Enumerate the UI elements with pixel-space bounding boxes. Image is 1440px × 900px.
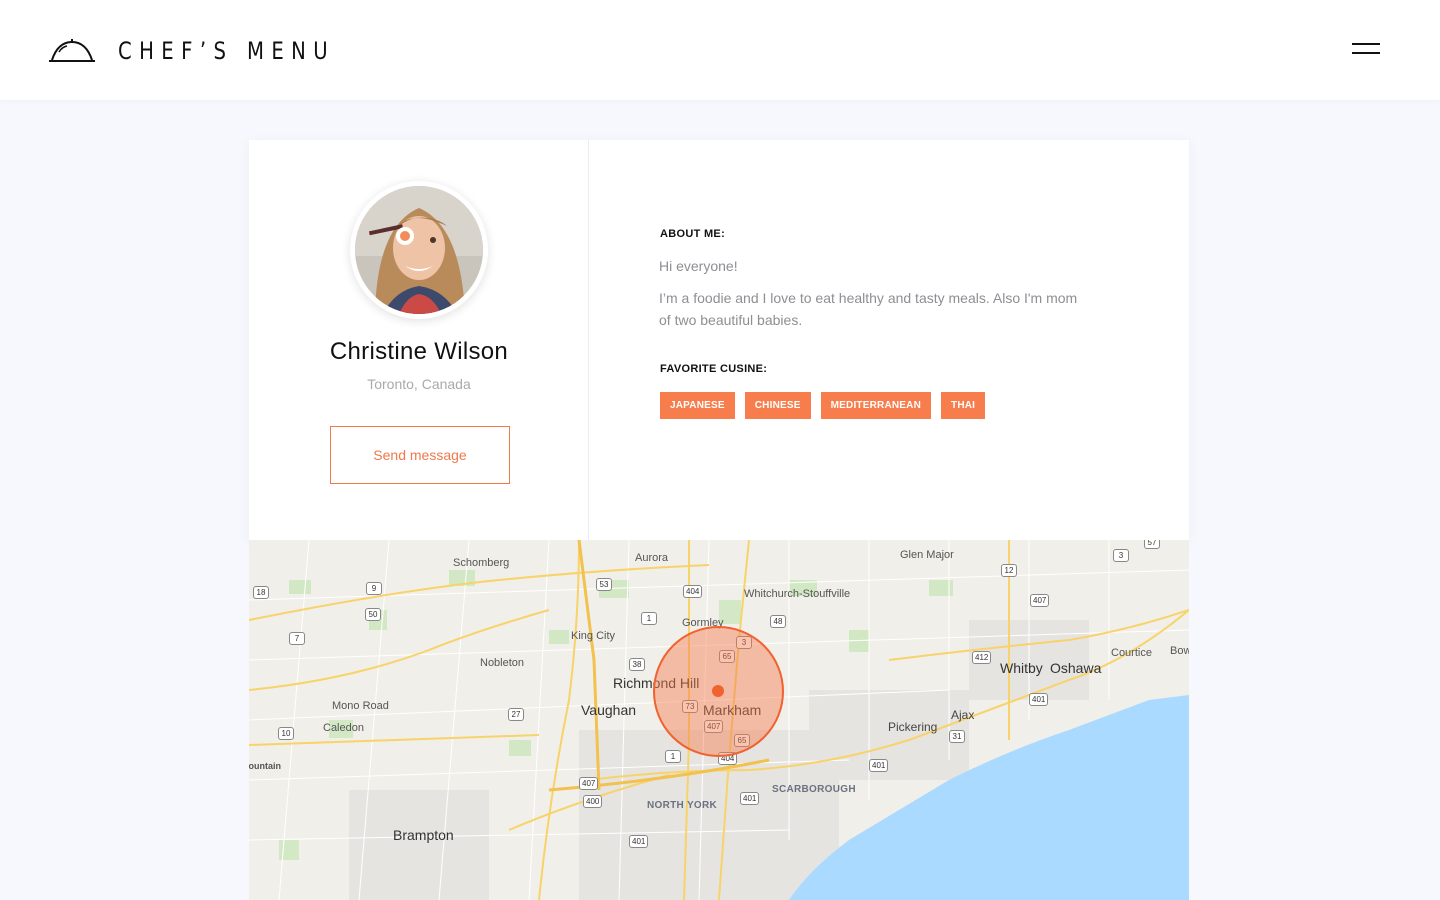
profile-location: Toronto, Canada bbox=[367, 376, 471, 392]
map-district-label: NORTH YORK bbox=[647, 800, 718, 811]
map-place-label: Bowmanville bbox=[1170, 645, 1189, 657]
highway-shield: 404 bbox=[683, 585, 703, 598]
cuisine-tag[interactable]: THAI bbox=[941, 392, 986, 419]
about-text: I’m a foodie and I love to eat healthy a… bbox=[659, 290, 1078, 328]
highway-shield: 401 bbox=[629, 835, 649, 848]
profile-details: ABOUT ME: Hi everyone! I’m a foodie and … bbox=[589, 140, 1189, 540]
map-place-label: Aurora bbox=[635, 552, 669, 564]
menu-line bbox=[1352, 43, 1380, 45]
brand-logo[interactable]: CHEF’S MENU bbox=[48, 36, 383, 66]
cuisine-tag[interactable]: MEDITERRANEAN bbox=[820, 392, 932, 419]
highway-shield: 53 bbox=[596, 578, 612, 591]
map-city-label: Oshawa bbox=[1050, 660, 1102, 676]
map-district-label: SCARBOROUGH bbox=[772, 784, 856, 795]
highway-shield: 27 bbox=[508, 708, 524, 721]
highway-shield: 38 bbox=[629, 658, 645, 671]
map-place-label: Mono Road bbox=[332, 700, 389, 712]
map-place-label: Courtice bbox=[1111, 647, 1152, 659]
highway-shield: 3 bbox=[1113, 549, 1129, 562]
send-message-button[interactable]: Send message bbox=[330, 426, 510, 484]
profile-name: Christine Wilson bbox=[329, 338, 509, 365]
location-map[interactable]: Schomberg Aurora Glen Major Whitchurch-S… bbox=[249, 540, 1189, 900]
highway-shield: 18 bbox=[253, 586, 269, 599]
avatar bbox=[350, 181, 488, 319]
about-heading: ABOUT ME: bbox=[660, 228, 726, 240]
cuisine-tags: JAPANESE CHINESE MEDITERRANEAN THAI bbox=[660, 392, 986, 419]
cuisine-tag[interactable]: JAPANESE bbox=[660, 392, 735, 419]
hamburger-menu-icon[interactable] bbox=[1350, 40, 1382, 60]
highway-shield: 1 bbox=[665, 750, 681, 763]
highway-shield: 401 bbox=[869, 759, 889, 772]
about-greeting: Hi everyone! bbox=[659, 258, 738, 274]
highway-shield: 10 bbox=[278, 727, 294, 740]
top-header: CHEF’S MENU bbox=[0, 0, 1440, 100]
highway-shield: 48 bbox=[770, 615, 786, 628]
profile-summary: Christine Wilson Toronto, Canada Send me… bbox=[249, 140, 589, 540]
user-photo bbox=[355, 186, 483, 314]
map-city-label: Whitby bbox=[1000, 660, 1043, 676]
highway-shield: 401 bbox=[1029, 693, 1049, 706]
map-place-label: Caledon bbox=[323, 722, 364, 734]
highway-shield: 9 bbox=[366, 582, 382, 595]
highway-shield: 57 bbox=[1144, 540, 1160, 549]
highway-shield: 401 bbox=[740, 792, 760, 805]
cuisine-tag[interactable]: CHINESE bbox=[744, 392, 811, 419]
highway-shield: 400 bbox=[583, 795, 603, 808]
highway-shield: 7 bbox=[289, 632, 305, 645]
highway-shield: 1 bbox=[641, 612, 657, 625]
highway-shield: 50 bbox=[365, 608, 381, 621]
map-place-label: Whitchurch-Stouffville bbox=[744, 588, 851, 600]
highway-shield: 407 bbox=[1030, 594, 1050, 607]
map-place-label: King City bbox=[571, 630, 616, 642]
highway-shield: 31 bbox=[949, 730, 965, 743]
highway-shield: 412 bbox=[972, 651, 992, 664]
highway-shield: 407 bbox=[579, 777, 599, 790]
map-place-label: Mountain bbox=[249, 761, 281, 771]
cuisine-heading: FAVORITE CUSINE: bbox=[660, 363, 768, 375]
menu-line bbox=[1352, 52, 1380, 54]
map-city-label: Ajax bbox=[951, 708, 975, 722]
map-city-label: Brampton bbox=[393, 827, 454, 843]
highway-shield: 12 bbox=[1001, 564, 1017, 577]
location-pin-icon[interactable] bbox=[712, 685, 724, 697]
map-city-label: Pickering bbox=[888, 720, 938, 734]
brand-name: CHEF’S MENU bbox=[118, 37, 336, 65]
profile-card: Christine Wilson Toronto, Canada Send me… bbox=[249, 140, 1189, 540]
map-place-label: Schomberg bbox=[453, 557, 510, 569]
cloche-icon bbox=[49, 39, 95, 62]
map-place-label: Nobleton bbox=[480, 657, 525, 669]
map-city-label: Vaughan bbox=[581, 702, 637, 718]
map-place-label: Glen Major bbox=[900, 549, 954, 561]
